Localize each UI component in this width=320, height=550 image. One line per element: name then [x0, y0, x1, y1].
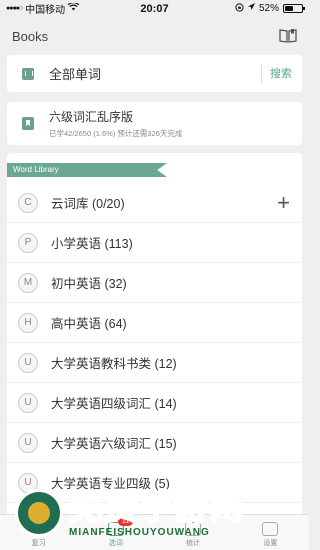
library-letter-avatar: U: [18, 392, 38, 413]
status-time: 20:07: [140, 2, 169, 15]
word-library-list: C 云词库 (0/20) + P 小学英语 (113) M 初中英语 (32) H 高中英语 (…: [7, 183, 302, 503]
settings-icon: [262, 522, 279, 536]
tab-3[interactable]: 设置: [232, 515, 309, 550]
tab-label: 复习: [31, 540, 46, 547]
library-row[interactable]: H 高中英语 (64): [7, 303, 302, 343]
all-words-label: 全部单词: [49, 67, 102, 82]
battery-icon: [283, 4, 305, 13]
search-button[interactable]: 搜索: [261, 64, 292, 83]
current-plan-card[interactable]: 六级词汇乱序版 已学42/2650 (1.6%) 预计还需326天完成: [7, 102, 302, 145]
library-row-label: 高中英语 (64): [51, 317, 127, 331]
library-row-label: 大学英语专业四级 (5): [51, 477, 170, 491]
tab-bar: 复习 11 选词 统计 设置: [0, 514, 309, 550]
review-icon: [30, 522, 47, 536]
library-row[interactable]: U 大学英语四级词汇 (14): [7, 383, 302, 423]
page-header: Books: [0, 17, 309, 55]
library-letter-avatar: C: [18, 192, 38, 213]
book-icon: [22, 67, 34, 80]
plan-progress: 已学42/2650 (1.6%) 预计还需326天完成: [49, 129, 183, 138]
library-letter-avatar: P: [18, 232, 38, 253]
plan-name: 六级词汇乱序版: [49, 110, 134, 124]
library-row[interactable]: U 大学英语六级词汇 (15): [7, 423, 302, 463]
location-icon: [247, 3, 255, 14]
library-row-label: 云词库 (0/20): [51, 197, 125, 211]
library-row-label: 小学英语 (113): [51, 237, 133, 251]
library-letter-avatar: H: [18, 312, 38, 333]
all-words-card[interactable]: 全部单词 搜索: [7, 55, 302, 92]
status-bar: ●●●●○ 中国移动 20:07 52%: [0, 0, 309, 17]
stats-icon: [185, 522, 202, 536]
signal-strength-icon: ●●●●○: [6, 5, 23, 12]
library-row-label: 初中英语 (32): [51, 277, 127, 291]
library-row[interactable]: U 大学英语专业四级 (5): [7, 463, 302, 503]
wifi-icon: [67, 2, 80, 14]
page-title: Books: [12, 28, 49, 44]
word-library-ribbon: Word Library: [7, 163, 167, 177]
library-letter-avatar: M: [18, 272, 38, 293]
tab-1[interactable]: 11 选词: [77, 515, 154, 550]
library-letter-avatar: U: [18, 352, 38, 373]
library-row[interactable]: C 云词库 (0/20) +: [7, 183, 302, 223]
tab-2[interactable]: 统计: [155, 515, 232, 550]
tab-0[interactable]: 复习: [0, 515, 77, 550]
tab-label: 设置: [263, 540, 278, 547]
library-row-label: 大学英语教科书类 (12): [51, 357, 177, 371]
library-row[interactable]: M 初中英语 (32): [7, 263, 302, 303]
rotation-lock-icon: [235, 2, 244, 15]
carrier-label: 中国移动: [25, 5, 66, 16]
library-letter-avatar: U: [18, 432, 38, 453]
open-book-icon[interactable]: [279, 28, 297, 44]
battery-percent: 52%: [258, 3, 279, 14]
library-row[interactable]: P 小学英语 (113): [7, 223, 302, 263]
library-row-label: 大学英语四级词汇 (14): [51, 397, 177, 411]
tab-label: 统计: [186, 540, 201, 547]
tab-badge: 11: [117, 517, 134, 526]
tab-label: 选词: [108, 540, 123, 547]
bookmark-icon: [22, 117, 34, 130]
library-row-label: 大学英语六级词汇 (15): [51, 437, 177, 451]
library-letter-avatar: U: [18, 472, 38, 493]
add-icon[interactable]: +: [277, 191, 290, 214]
word-library-card: Word Library C 云词库 (0/20) + P 小学英语 (113) M 初中英…: [7, 153, 302, 550]
library-row[interactable]: U 大学英语教科书类 (12): [7, 343, 302, 383]
